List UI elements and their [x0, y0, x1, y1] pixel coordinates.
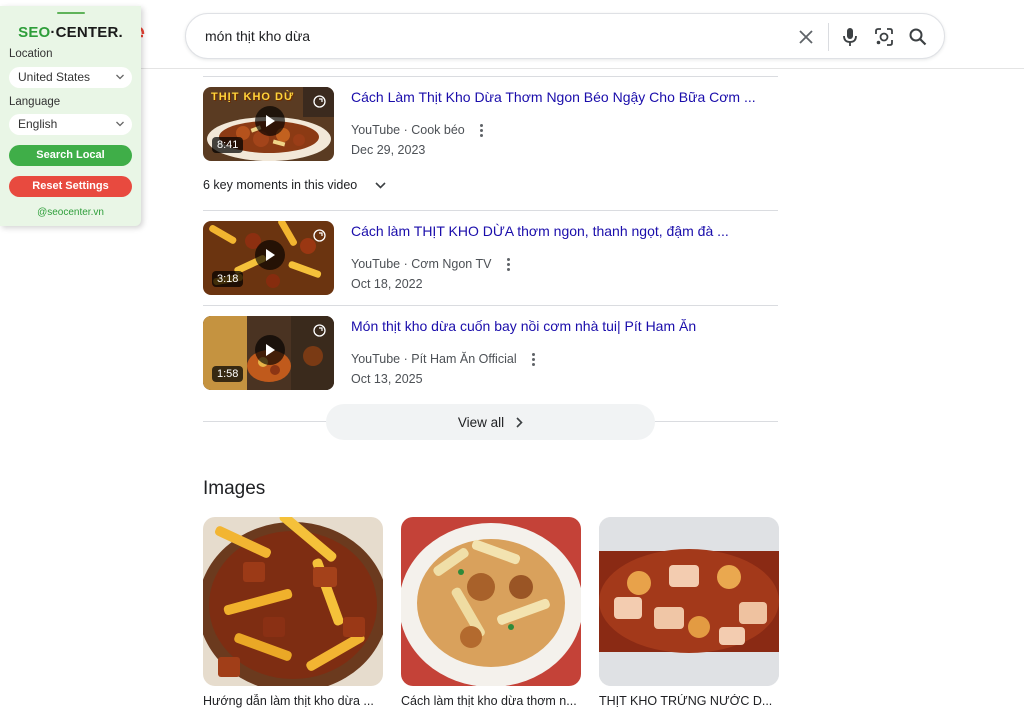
reset-settings-button[interactable]: Reset Settings	[9, 176, 132, 197]
video-title-link[interactable]: Món thịt kho dừa cuốn bay nồi cơm nhà tu…	[351, 318, 696, 334]
seo-center-logo: SEO·CENTER.	[18, 24, 123, 41]
food-image	[401, 517, 581, 686]
video-thumbnail[interactable]: THỊT KHO DỪ 8:41	[203, 87, 334, 161]
search-box-divider	[828, 23, 829, 51]
play-icon[interactable]	[255, 106, 285, 136]
video-meta: YouTube · Cơm Ngon TV	[351, 257, 510, 272]
thumbnail-caption: THỊT KHO DỪ	[211, 91, 295, 103]
location-select[interactable]: United States	[9, 67, 132, 88]
key-moments-toggle[interactable]: 6 key moments in this video	[203, 178, 386, 192]
image-result[interactable]: Hướng dẫn làm thịt kho dừa ...	[203, 517, 383, 708]
chevron-down-icon	[375, 182, 386, 189]
video-thumbnail[interactable]: 1:58	[203, 316, 334, 390]
search-header: món thịt kho dừa	[0, 0, 1024, 69]
video-channel: Cơm Ngon TV	[411, 257, 492, 271]
view-all-label: View all	[457, 414, 505, 430]
view-all-row: View all	[203, 404, 778, 440]
video-duration: 1:58	[212, 366, 244, 382]
search-local-button[interactable]: Search Local	[9, 145, 132, 166]
image-caption[interactable]: Hướng dẫn làm thịt kho dừa ...	[203, 694, 381, 708]
image-thumbnail[interactable]	[401, 517, 581, 686]
video-channel: Pít Ham Ăn Official	[411, 352, 517, 366]
chevron-right-icon	[516, 416, 523, 428]
result-divider	[203, 210, 778, 211]
images-heading: Images	[203, 478, 266, 499]
mic-icon[interactable]	[838, 25, 862, 49]
search-input[interactable]: món thịt kho dừa	[205, 28, 310, 44]
video-date: Oct 13, 2025	[351, 372, 423, 386]
language-select[interactable]: English	[9, 114, 132, 135]
video-duration: 3:18	[212, 271, 244, 287]
expand-icon	[313, 229, 326, 242]
video-meta: YouTube · Pít Ham Ăn Official	[351, 352, 536, 367]
image-caption[interactable]: THỊT KHO TRỨNG NƯỚC D...	[599, 694, 777, 708]
food-image	[203, 517, 383, 686]
play-icon[interactable]	[255, 240, 285, 270]
language-label: Language	[9, 96, 61, 108]
seo-center-panel: SEO·CENTER. Location United States Langu…	[0, 6, 141, 226]
video-source: YouTube	[351, 123, 401, 137]
image-thumbnail[interactable]	[203, 517, 383, 686]
food-image	[599, 517, 779, 686]
chevron-down-icon	[116, 74, 124, 80]
location-value: United States	[18, 70, 91, 84]
more-options-icon[interactable]	[480, 124, 484, 138]
key-moments-label: 6 key moments in this video	[203, 178, 358, 192]
image-thumbnail[interactable]	[599, 517, 779, 686]
video-source: YouTube	[351, 352, 401, 366]
search-box[interactable]: món thịt kho dừa	[185, 13, 945, 59]
more-options-icon[interactable]	[506, 258, 510, 272]
expand-icon	[313, 324, 326, 337]
result-divider	[203, 305, 778, 306]
drag-handle[interactable]	[57, 12, 85, 14]
video-meta: YouTube · Cook béo	[351, 123, 484, 138]
lens-icon[interactable]	[872, 25, 896, 49]
video-date: Dec 29, 2023	[351, 143, 426, 157]
image-result[interactable]: Cách làm thịt kho dừa thơm n...	[401, 517, 581, 708]
language-value: English	[18, 117, 58, 131]
video-title-link[interactable]: Cách Làm Thịt Kho Dừa Thơm Ngon Béo Ngậy…	[351, 89, 756, 105]
image-result[interactable]: THỊT KHO TRỨNG NƯỚC D...	[599, 517, 779, 708]
result-divider	[203, 76, 778, 77]
video-duration: 8:41	[212, 137, 244, 153]
location-label: Location	[9, 48, 53, 60]
seo-center-site-link[interactable]: @seocenter.vn	[0, 207, 141, 218]
close-icon[interactable]	[794, 25, 818, 49]
expand-icon	[313, 95, 326, 108]
video-date: Oct 18, 2022	[351, 277, 423, 291]
more-options-icon[interactable]	[532, 353, 536, 367]
image-caption[interactable]: Cách làm thịt kho dừa thơm n...	[401, 694, 579, 708]
play-icon[interactable]	[255, 335, 285, 365]
video-source: YouTube	[351, 257, 401, 271]
video-channel: Cook béo	[411, 123, 465, 137]
view-all-button[interactable]: View all	[326, 404, 655, 440]
search-icon[interactable]	[906, 25, 930, 49]
video-title-link[interactable]: Cách làm THỊT KHO DỪA thơm ngon, thanh n…	[351, 223, 729, 239]
video-thumbnail[interactable]: 3:18	[203, 221, 334, 295]
chevron-down-icon	[116, 121, 124, 127]
